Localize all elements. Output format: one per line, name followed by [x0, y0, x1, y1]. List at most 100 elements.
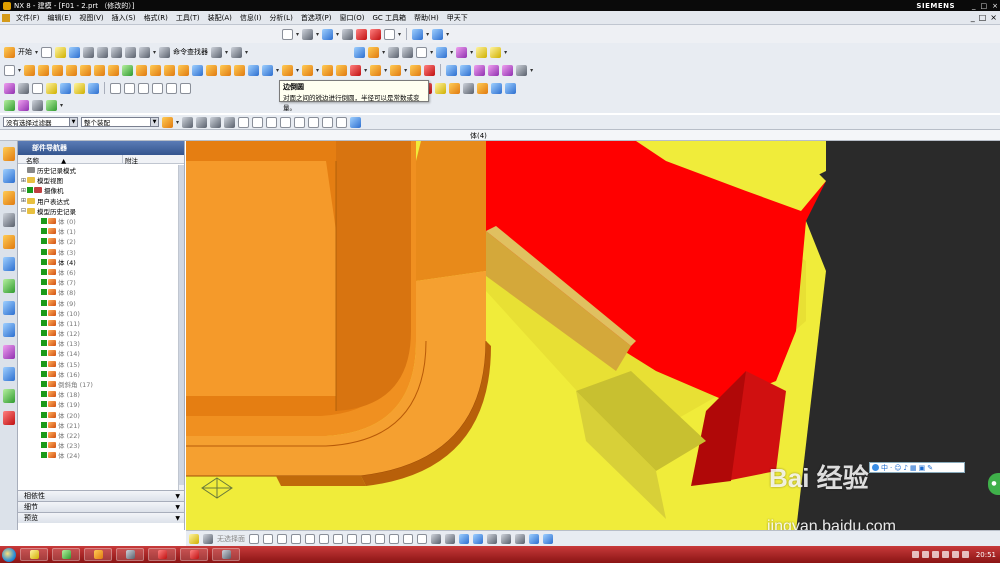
part-navigator-tab-icon[interactable]	[2, 191, 15, 205]
snap-options-icon[interactable]	[211, 46, 223, 58]
tray-icon[interactable]	[911, 551, 919, 558]
sketch-icon[interactable]	[368, 46, 380, 58]
tree-node[interactable]: 历史记录模式	[18, 165, 178, 175]
visibility-checkbox[interactable]	[41, 442, 47, 449]
background-icon[interactable]	[384, 28, 396, 40]
panel-details[interactable]: 细节 ▼	[18, 501, 184, 512]
maximize-button[interactable]: □	[981, 2, 988, 10]
n-sided-icon[interactable]	[488, 64, 500, 76]
close-button[interactable]: ×	[992, 2, 998, 10]
tree-node[interactable]: 体 (6)	[18, 267, 178, 277]
menu-view[interactable]: 视图(V)	[75, 13, 107, 23]
unite-icon[interactable]	[108, 64, 120, 76]
sketch-view-icon[interactable]	[203, 533, 213, 544]
create-inferred-icon[interactable]	[543, 533, 553, 544]
point-on-curve-snap-icon[interactable]	[336, 116, 348, 128]
binoculars-icon[interactable]	[159, 46, 171, 58]
rectangle-select-icon[interactable]	[196, 116, 208, 128]
type-filter-select[interactable]: 没有选择过滤器 ▼	[3, 117, 78, 127]
dimension-icon[interactable]	[445, 533, 455, 544]
assembly-tool-icon[interactable]	[456, 46, 468, 58]
name-column-header[interactable]: 名称 ▲	[18, 155, 123, 165]
feature-playback-icon[interactable]	[18, 99, 29, 111]
visibility-checkbox[interactable]	[41, 411, 47, 418]
menu-custom[interactable]: 甲天下	[443, 13, 472, 23]
tree-node[interactable]: 体 (9)	[18, 297, 178, 308]
subtract-icon[interactable]	[122, 64, 134, 76]
tree-node[interactable]: 体 (4)	[18, 257, 178, 267]
lasso-select-icon[interactable]	[210, 116, 222, 128]
visibility-checkbox[interactable]	[41, 391, 47, 398]
visibility-checkbox[interactable]	[41, 421, 47, 428]
visibility-checkbox[interactable]	[27, 187, 33, 194]
check-icon[interactable]	[4, 99, 15, 111]
save-icon[interactable]	[69, 46, 81, 58]
edge-display-icon[interactable]	[342, 28, 354, 40]
control-point-snap-icon[interactable]	[266, 116, 278, 128]
replace-face-icon[interactable]	[302, 64, 314, 76]
circle-icon[interactable]	[291, 533, 301, 544]
visibility-checkbox[interactable]	[41, 381, 47, 388]
sketch-finish-icon[interactable]	[189, 533, 199, 544]
start-menu-button[interactable]: 开始	[18, 47, 32, 57]
tree-node[interactable]: 体 (2)	[18, 236, 178, 246]
mirror-face-icon[interactable]	[390, 64, 402, 76]
tree-node[interactable]: ⊞ 摄像机	[18, 185, 178, 196]
tree-node[interactable]: 体 (21)	[18, 420, 178, 430]
extrude-icon[interactable]	[24, 64, 36, 76]
arc-icon[interactable]	[277, 533, 287, 544]
paste-icon[interactable]	[111, 46, 123, 58]
tree-node[interactable]: 体 (3)	[18, 247, 178, 257]
curve-offset-icon[interactable]	[166, 82, 177, 94]
datum-icon[interactable]	[388, 46, 400, 58]
web-browser-tab-icon[interactable]	[2, 257, 15, 271]
taskbar-nx[interactable]	[84, 548, 112, 561]
part-icon[interactable]	[354, 46, 366, 58]
menu-edit[interactable]: 编辑(E)	[44, 13, 76, 23]
taskbar-app4[interactable]	[116, 548, 144, 561]
process-studio-tab-icon[interactable]	[2, 323, 15, 337]
yellow-cube-icon[interactable]	[435, 82, 446, 94]
visibility-checkbox[interactable]	[41, 360, 47, 367]
ruler-icon[interactable]	[476, 46, 488, 58]
component-icon[interactable]	[18, 82, 29, 94]
history-tab-icon[interactable]	[2, 279, 15, 293]
cut-icon[interactable]	[83, 46, 95, 58]
sketch-plane-icon[interactable]	[4, 64, 15, 76]
assembly-navigator-tab-icon[interactable]	[2, 147, 15, 161]
curve-spline-icon[interactable]	[138, 82, 149, 94]
display-constraints-icon[interactable]	[473, 533, 483, 544]
red-block-icon[interactable]	[356, 28, 368, 40]
tree-node[interactable]: 体 (15)	[18, 359, 178, 369]
start-icon[interactable]	[4, 46, 15, 58]
copy-icon[interactable]	[97, 46, 109, 58]
deselect-icon[interactable]	[224, 116, 236, 128]
visibility-checkbox[interactable]	[41, 248, 47, 255]
pattern-icon[interactable]	[248, 64, 260, 76]
visibility-checkbox[interactable]	[41, 319, 47, 326]
revolve-icon[interactable]	[38, 64, 50, 76]
pattern-face-icon[interactable]	[410, 64, 422, 76]
boss-icon[interactable]	[66, 64, 78, 76]
minimize-button[interactable]: _	[972, 2, 976, 10]
tree-node[interactable]: 体 (19)	[18, 399, 178, 409]
curve-project-icon[interactable]	[180, 82, 191, 94]
menu-information[interactable]: 信息(I)	[236, 13, 266, 23]
make-corner-icon[interactable]	[417, 533, 427, 544]
shaded-view-icon[interactable]	[322, 28, 334, 40]
transform-icon[interactable]	[505, 82, 516, 94]
menu-insert[interactable]: 插入(S)	[108, 13, 140, 23]
curve-fillet-icon[interactable]	[152, 82, 163, 94]
visibility-checkbox[interactable]	[41, 330, 47, 337]
roles-tab-icon[interactable]	[2, 367, 15, 381]
visibility-checkbox[interactable]	[41, 279, 47, 286]
visibility-checkbox[interactable]	[41, 340, 47, 347]
snap-view-icon[interactable]	[282, 28, 293, 40]
start-button[interactable]	[2, 547, 16, 562]
tray-icon[interactable]	[921, 551, 929, 558]
scrollbar-thumb[interactable]	[179, 165, 184, 485]
convert-reference-icon[interactable]	[501, 533, 511, 544]
quick-trim-icon[interactable]	[389, 533, 399, 544]
quick-extend-icon[interactable]	[403, 533, 413, 544]
sew-icon[interactable]	[516, 64, 528, 76]
